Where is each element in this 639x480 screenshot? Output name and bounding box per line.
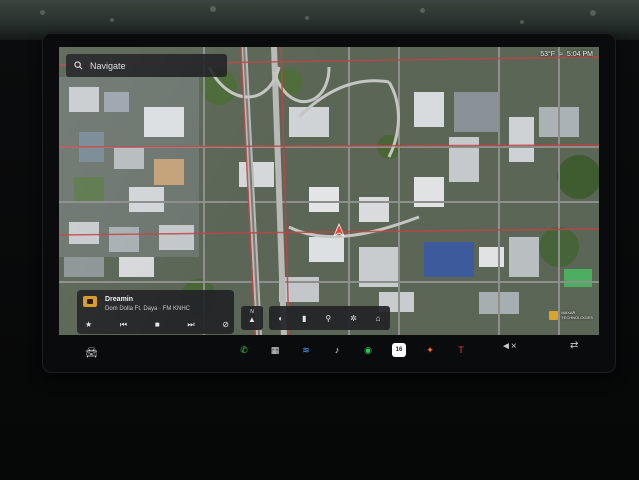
album-art [83, 296, 97, 307]
media-controls: ★ ⏮ ■ ⏭ ⊘ [85, 319, 229, 331]
volume-mute-icon[interactable]: ◄× [501, 341, 517, 352]
mute-icon[interactable]: ⊘ [222, 320, 229, 330]
track-artist: Dom Dolla Ft. Daya · FM KNHC [105, 306, 191, 312]
charging-icon[interactable]: ▮ [302, 314, 306, 323]
climate-icon[interactable]: ⇄ [570, 340, 578, 351]
spotify-app-icon[interactable]: ◉ [361, 343, 375, 357]
car-controls-icon[interactable]: 🚘︎ [85, 348, 98, 359]
map-orientation-button[interactable]: N ▲ [241, 306, 263, 330]
toybox-app-icon[interactable]: ✦ [423, 343, 437, 357]
status-area: 53°F ≈ 5:04 PM [540, 51, 593, 58]
media-app-icon[interactable]: ♪ [330, 343, 344, 357]
location-icon[interactable]: ✲ [350, 314, 357, 323]
wifi-icon: ≈ [559, 51, 563, 58]
phone-app-icon[interactable]: ✆ [237, 343, 251, 357]
navigation-pin-icon[interactable]: ⚲ [325, 314, 331, 323]
temperature-readout: 53°F [540, 51, 556, 58]
clock-readout: 5:04 PM [566, 51, 593, 58]
map-tools-bar: ◐ ▮ ⚲ ✲ ⌂ [269, 306, 390, 330]
bottom-dock: 🚘︎ ✆ ▦ ≋ ♪ ◉ 16 ✦ T ◄× ⇄ [59, 336, 599, 366]
siriusxm-app-icon[interactable]: ≋ [299, 343, 313, 357]
stop-icon[interactable]: ■ [155, 320, 160, 330]
next-track-icon[interactable]: ⏭ [187, 320, 194, 330]
settings-icon[interactable]: ◐ [278, 314, 283, 323]
track-title: Dreamin [105, 296, 134, 303]
navigate-search-bar[interactable]: Navigate [66, 54, 227, 77]
apps-app-icon[interactable]: ▦ [268, 343, 282, 357]
media-player-card[interactable]: Dreamin Dom Dolla Ft. Daya · FM KNHC ★ ⏮… [77, 290, 234, 334]
calendar-app-icon[interactable]: 16 [392, 343, 406, 357]
touchscreen[interactable]: Navigate 53°F ≈ 5:04 PM Dreamin Dom Doll… [59, 47, 599, 335]
navigation-arrow-icon: ▲ [248, 315, 256, 324]
maxar-logo [549, 310, 559, 320]
previous-track-icon[interactable]: ⏮ [120, 320, 127, 330]
camera-icon[interactable]: ⌂ [376, 314, 381, 323]
watermark-line2: TECHNOLOGIES [561, 315, 593, 320]
map-attribution: MAXAR TECHNOLOGIES [549, 310, 593, 320]
favorite-star-icon[interactable]: ★ [85, 320, 92, 330]
navigate-label: Navigate [90, 60, 126, 71]
tesla-app-icon[interactable]: T [454, 343, 468, 357]
search-icon [74, 61, 83, 70]
